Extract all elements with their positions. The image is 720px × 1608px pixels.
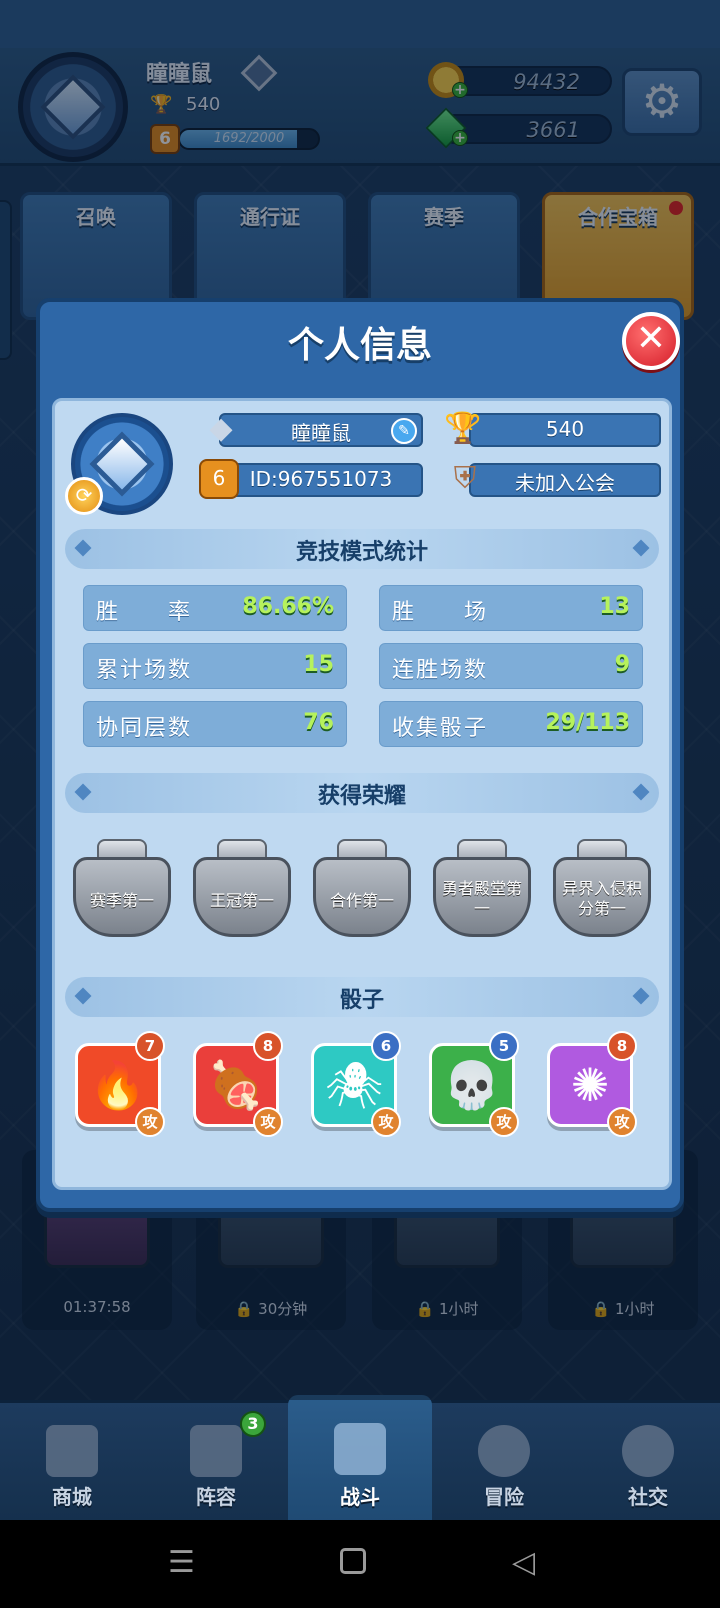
- id-field: 6 ID:967551073: [199, 459, 423, 499]
- nav-lineup[interactable]: 3 阵容: [144, 1403, 288, 1523]
- nav-social-label: 社交: [628, 1485, 668, 1509]
- stat-label: 累计场数: [96, 658, 193, 683]
- attack-tag: 攻: [135, 1107, 165, 1137]
- stat-win-streak: 连胜场数 9: [379, 643, 643, 689]
- dice-card[interactable]: 🔥 7 攻: [69, 1031, 165, 1137]
- dice-card[interactable]: ✺ 8 攻: [541, 1031, 637, 1137]
- planet-icon: [478, 1425, 530, 1477]
- nav-shop[interactable]: 商城: [0, 1403, 144, 1523]
- stat-value: 13: [599, 594, 630, 619]
- nav-lineup-label: 阵容: [196, 1485, 236, 1509]
- change-avatar-icon[interactable]: ⟳: [65, 477, 103, 515]
- honor-badge[interactable]: 赛季第一: [67, 833, 177, 943]
- stat-value: 86.66%: [242, 594, 334, 619]
- shop-icon: [46, 1425, 98, 1477]
- close-icon: ✕: [635, 318, 667, 359]
- dice-level-badge: 8: [607, 1031, 637, 1061]
- attack-tag: 攻: [371, 1107, 401, 1137]
- honor-label: 勇者殿堂第一: [441, 879, 522, 918]
- dice-card[interactable]: 🕷 6 攻: [305, 1031, 401, 1137]
- honor-badge[interactable]: 王冠第一: [187, 833, 297, 943]
- honor-label: 合作第一: [329, 891, 394, 910]
- system-nav-bar: ☰ ◁: [0, 1520, 720, 1608]
- edit-name-button[interactable]: ✎: [391, 418, 417, 444]
- honor-badge[interactable]: 勇者殿堂第一: [427, 833, 537, 943]
- honor-label: 王冠第一: [209, 891, 274, 910]
- guild-name: 未加入公会: [515, 471, 615, 495]
- stat-dice-collected: 收集骰子 29/113: [379, 701, 643, 747]
- back-icon[interactable]: ◁: [512, 1548, 535, 1578]
- attack-tag: 攻: [607, 1107, 637, 1137]
- honor-badge[interactable]: 异界入侵积分第一: [547, 833, 657, 943]
- honor-badge[interactable]: 合作第一: [307, 833, 417, 943]
- stat-label: 协同层数: [96, 716, 193, 741]
- profile-trophies: 540: [545, 417, 585, 441]
- status-strip: [0, 0, 720, 48]
- honors-header: 获得荣耀: [65, 773, 659, 813]
- close-button[interactable]: ✕: [622, 312, 680, 370]
- stat-wins: 胜 场 13: [379, 585, 643, 631]
- stat-value: 9: [614, 652, 630, 677]
- home-icon[interactable]: [340, 1548, 366, 1574]
- dice-card[interactable]: 🍖 8 攻: [187, 1031, 283, 1137]
- dice-icon: [190, 1425, 242, 1477]
- dice-level-badge: 8: [253, 1031, 283, 1061]
- player-id: ID:967551073: [249, 467, 393, 491]
- dice-level-badge: 5: [489, 1031, 519, 1061]
- dice-title: 骰子: [339, 988, 384, 1013]
- dice-level-badge: 6: [371, 1031, 401, 1061]
- stat-value: 15: [303, 652, 334, 677]
- stat-label: 胜 场: [392, 600, 489, 625]
- stat-value: 29/113: [545, 710, 630, 735]
- chat-icon: [622, 1425, 674, 1477]
- profile-dialog: 个人信息 ✕ ⟳ ◆ 瞳瞳鼠 ✎ 🏆 540 6 ID:967551073 ⛨ …: [36, 298, 684, 1212]
- stat-coop-floors: 协同层数 76: [83, 701, 347, 747]
- dice-card[interactable]: 💀 5 攻: [423, 1031, 519, 1137]
- game-screen: 瞳瞳鼠 🏆 540 1692/2000 6 + 94432 + 3661 ⚙ 召…: [0, 0, 720, 1608]
- attack-tag: 攻: [489, 1107, 519, 1137]
- nav-battle-label: 战斗: [340, 1485, 380, 1509]
- stats-title: 竞技模式统计: [295, 540, 428, 565]
- nav-battle[interactable]: 战斗: [288, 1395, 432, 1523]
- nav-adventure[interactable]: 冒险: [432, 1403, 576, 1523]
- nav-adventure-label: 冒险: [484, 1485, 524, 1509]
- stats-header: 竞技模式统计: [65, 529, 659, 569]
- stat-label: 连胜场数: [392, 658, 489, 683]
- dice-header: 骰子: [65, 977, 659, 1017]
- stat-total-games: 累计场数 15: [83, 643, 347, 689]
- honor-label: 异界入侵积分第一: [561, 879, 642, 918]
- profile-panel: ⟳ ◆ 瞳瞳鼠 ✎ 🏆 540 6 ID:967551073 ⛨ 未加入公会 竞…: [52, 398, 672, 1190]
- dialog-title: 个人信息: [287, 325, 432, 366]
- nav-shop-label: 商城: [52, 1485, 92, 1509]
- lineup-badge: 3: [240, 1411, 266, 1437]
- honor-label: 赛季第一: [89, 891, 154, 910]
- stat-value: 76: [303, 710, 334, 735]
- menu-icon[interactable]: ☰: [168, 1548, 195, 1578]
- stat-label: 收集骰子: [392, 716, 489, 741]
- nav-social[interactable]: 社交: [576, 1403, 720, 1523]
- guild-field: ⛨ 未加入公会: [454, 461, 661, 497]
- honors-title: 获得荣耀: [317, 784, 406, 809]
- bottom-nav: 商城 3 阵容 战斗 冒险 社交: [0, 1395, 720, 1523]
- stat-label: 胜 率: [96, 600, 193, 625]
- name-field: ◆ 瞳瞳鼠 ✎: [209, 411, 423, 447]
- dice-level-badge: 7: [135, 1031, 165, 1061]
- attack-tag: 攻: [253, 1107, 283, 1137]
- trophy-field: 🏆 540: [444, 411, 661, 447]
- crossed-swords-icon: [334, 1423, 386, 1475]
- stat-win-rate: 胜 率 86.66%: [83, 585, 347, 631]
